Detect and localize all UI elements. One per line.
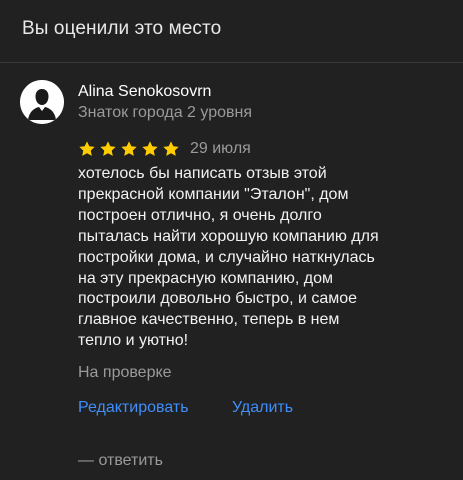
star-icon bbox=[121, 141, 137, 156]
edit-button[interactable]: Редактировать bbox=[78, 399, 189, 417]
reply-button[interactable]: — ответить bbox=[78, 452, 163, 470]
review-status: На проверке bbox=[78, 364, 172, 381]
section-divider bbox=[0, 62, 463, 63]
review-text-line: тепло и уютно! bbox=[78, 332, 189, 350]
review-text-line: на эту прекрасную компанию, дом bbox=[78, 269, 334, 287]
delete-button[interactable]: Удалить bbox=[232, 399, 293, 417]
star-icon bbox=[79, 141, 95, 156]
review-text-line: хотелось бы написать отзыв этой bbox=[78, 165, 327, 182]
review-date: 29 июля bbox=[190, 140, 251, 157]
review-text-line: построили довольно быстро, и самое bbox=[78, 290, 358, 308]
review-text-line: главное качественно, теперь в нем bbox=[78, 311, 340, 329]
user-silhouette-icon bbox=[20, 80, 64, 124]
star-icon bbox=[142, 141, 158, 156]
review-text-line: построен отлично, я очень долго bbox=[78, 206, 322, 224]
rating-stars bbox=[78, 140, 180, 158]
star-icon bbox=[100, 141, 116, 156]
review-text-line: прекрасной компании "Эталон", дом bbox=[78, 185, 349, 203]
author-level: Знаток города 2 уровня bbox=[78, 104, 253, 121]
review-text-line: пыталась найти хорошую компанию для bbox=[78, 227, 379, 245]
section-title: Вы оценили это место bbox=[22, 18, 222, 39]
review-text-line: постройки дома, и случайно наткнулась bbox=[78, 248, 375, 266]
author-name[interactable]: Alina Senokosovrn bbox=[78, 83, 211, 101]
review-text: хотелось бы написать отзыв этой прекрасно… bbox=[78, 164, 448, 352]
star-icon bbox=[163, 141, 179, 156]
avatar[interactable] bbox=[20, 80, 64, 124]
